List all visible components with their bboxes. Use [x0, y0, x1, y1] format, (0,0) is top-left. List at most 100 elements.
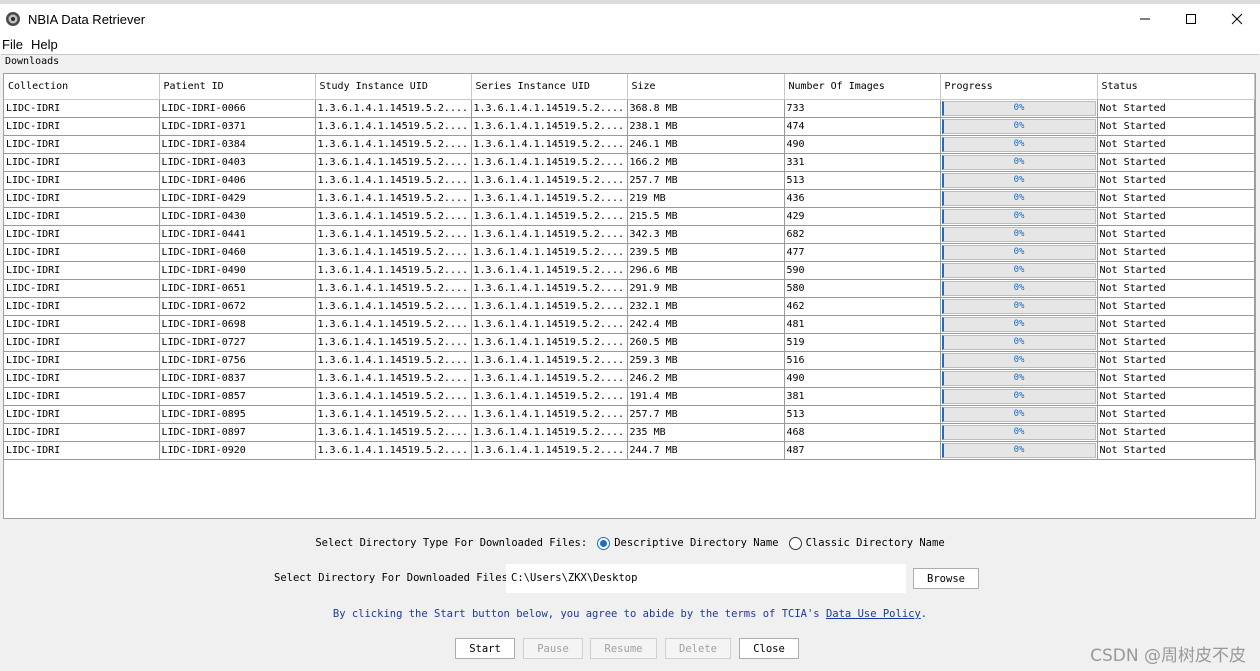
cell-images: 590	[784, 261, 941, 280]
table-row[interactable]: LIDC-IDRI LIDC-IDRI-0430 1.3.6.1.4.1.14519…	[4, 207, 1255, 226]
table-row[interactable]: LIDC-IDRI LIDC-IDRI-0460 1.3.6.1.4.1.14519…	[4, 243, 1255, 262]
column-header[interactable]: Collection	[4, 74, 160, 100]
cell-collection: LIDC-IDRI	[4, 333, 160, 352]
progress-bar: 0%	[941, 190, 1096, 206]
table-row[interactable]: LIDC-IDRI LIDC-IDRI-0897 1.3.6.1.4.1.14519…	[4, 423, 1255, 442]
descriptive-radio[interactable]	[597, 536, 611, 550]
table-row[interactable]: LIDC-IDRI LIDC-IDRI-0403 1.3.6.1.4.1.14519…	[4, 153, 1255, 172]
cell-series: 1.3.6.1.4.1.14519.5.2....	[471, 333, 628, 352]
table-row[interactable]: LIDC-IDRI LIDC-IDRI-0066 1.3.6.1.4.1.14519…	[4, 99, 1255, 118]
close-button[interactable]: Close	[739, 638, 799, 659]
progress-label: 0%	[1013, 102, 1025, 113]
table-row[interactable]: LIDC-IDRI LIDC-IDRI-0384 1.3.6.1.4.1.14519…	[4, 135, 1255, 154]
directory-field[interactable]: C:\Users\ZKX\Desktop	[506, 564, 906, 593]
cell-study: 1.3.6.1.4.1.14519.5.2....	[315, 261, 472, 280]
cell-study: 1.3.6.1.4.1.14519.5.2....	[315, 315, 472, 334]
menu-file[interactable]: File	[0, 37, 25, 52]
cell-study: 1.3.6.1.4.1.14519.5.2....	[315, 333, 472, 352]
cell-progress: 0%	[940, 333, 1098, 352]
table-row[interactable]: LIDC-IDRI LIDC-IDRI-0920 1.3.6.1.4.1.14519…	[4, 441, 1255, 460]
table-row[interactable]: LIDC-IDRI LIDC-IDRI-0441 1.3.6.1.4.1.14519…	[4, 225, 1255, 244]
column-header[interactable]: Progress	[940, 74, 1098, 100]
table-row[interactable]: LIDC-IDRI LIDC-IDRI-0371 1.3.6.1.4.1.14519…	[4, 117, 1255, 136]
progress-label: 0%	[1013, 246, 1025, 257]
cell-images: 477	[784, 243, 941, 262]
column-header[interactable]: Patient ID	[159, 74, 316, 100]
cell-patient: LIDC-IDRI-0651	[159, 279, 316, 298]
cell-images: 331	[784, 153, 941, 172]
cell-progress: 0%	[940, 225, 1098, 244]
classic-radio[interactable]	[788, 536, 802, 550]
progress-label: 0%	[1013, 318, 1025, 329]
cell-progress: 0%	[940, 135, 1098, 154]
progress-label: 0%	[1013, 408, 1025, 419]
progress-label: 0%	[1013, 174, 1025, 185]
column-header[interactable]: Status	[1097, 74, 1255, 100]
cell-series: 1.3.6.1.4.1.14519.5.2....	[471, 189, 628, 208]
table-row[interactable]: LIDC-IDRI LIDC-IDRI-0857 1.3.6.1.4.1.14519…	[4, 387, 1255, 406]
table-row[interactable]: LIDC-IDRI LIDC-IDRI-0490 1.3.6.1.4.1.14519…	[4, 261, 1255, 280]
progress-bar: 0%	[941, 244, 1096, 260]
policy-notice: By clicking the Start button below, you …	[0, 608, 1260, 620]
column-header[interactable]: Number Of Images	[784, 74, 941, 100]
directory-type-label: Select Directory Type For Downloaded Fil…	[315, 537, 588, 549]
downloads-table: Collection Patient ID Study Instance UID Se…	[4, 74, 1255, 460]
table-row[interactable]: LIDC-IDRI LIDC-IDRI-0837 1.3.6.1.4.1.14519…	[4, 369, 1255, 388]
table-row[interactable]: LIDC-IDRI LIDC-IDRI-0895 1.3.6.1.4.1.14519…	[4, 405, 1255, 424]
column-header[interactable]: Study Instance UID	[315, 74, 472, 100]
cell-series: 1.3.6.1.4.1.14519.5.2....	[471, 243, 628, 262]
progress-bar: 0%	[941, 280, 1096, 296]
table-row[interactable]: LIDC-IDRI LIDC-IDRI-0406 1.3.6.1.4.1.14519…	[4, 171, 1255, 190]
table-row[interactable]: LIDC-IDRI LIDC-IDRI-0698 1.3.6.1.4.1.14519…	[4, 315, 1255, 334]
cell-images: 436	[784, 189, 941, 208]
progress-label: 0%	[1013, 426, 1025, 437]
cell-size: 235 MB	[627, 423, 785, 442]
menu-bar: File Help	[0, 34, 1260, 54]
cell-series: 1.3.6.1.4.1.14519.5.2....	[471, 207, 628, 226]
cell-study: 1.3.6.1.4.1.14519.5.2....	[315, 135, 472, 154]
cell-images: 468	[784, 423, 941, 442]
cell-study: 1.3.6.1.4.1.14519.5.2....	[315, 189, 472, 208]
pause-button[interactable]: Pause	[523, 638, 583, 659]
cell-images: 381	[784, 387, 941, 406]
start-button[interactable]: Start	[455, 638, 515, 659]
cell-patient: LIDC-IDRI-0384	[159, 135, 316, 154]
cell-status: Not Started	[1097, 99, 1255, 118]
table-row[interactable]: LIDC-IDRI LIDC-IDRI-0651 1.3.6.1.4.1.14519…	[4, 279, 1255, 298]
delete-button[interactable]: Delete	[665, 638, 731, 659]
progress-label: 0%	[1013, 138, 1025, 149]
table-row[interactable]: LIDC-IDRI LIDC-IDRI-0429 1.3.6.1.4.1.14519…	[4, 189, 1255, 208]
cell-study: 1.3.6.1.4.1.14519.5.2....	[315, 117, 472, 136]
downloads-table-container[interactable]: Collection Patient ID Study Instance UID Se…	[3, 73, 1256, 519]
cell-series: 1.3.6.1.4.1.14519.5.2....	[471, 369, 628, 388]
table-row[interactable]: LIDC-IDRI LIDC-IDRI-0756 1.3.6.1.4.1.14519…	[4, 351, 1255, 370]
cell-collection: LIDC-IDRI	[4, 351, 160, 370]
title-bar[interactable]: NBIA Data Retriever	[0, 4, 1260, 34]
menu-help[interactable]: Help	[29, 37, 60, 52]
window-title: NBIA Data Retriever	[28, 11, 146, 27]
minimize-button[interactable]	[1122, 4, 1168, 34]
maximize-button[interactable]	[1168, 4, 1214, 34]
column-header[interactable]: Size	[627, 74, 785, 100]
table-row[interactable]: LIDC-IDRI LIDC-IDRI-0672 1.3.6.1.4.1.14519…	[4, 297, 1255, 316]
progress-label: 0%	[1013, 192, 1025, 203]
cell-progress: 0%	[940, 297, 1098, 316]
cell-images: 490	[784, 369, 941, 388]
browse-button[interactable]: Browse	[913, 568, 979, 589]
table-row[interactable]: LIDC-IDRI LIDC-IDRI-0727 1.3.6.1.4.1.14519…	[4, 333, 1255, 352]
cell-status: Not Started	[1097, 135, 1255, 154]
data-use-policy-link[interactable]: Data Use Policy	[826, 608, 921, 620]
progress-label: 0%	[1013, 354, 1025, 365]
progress-bar: 0%	[941, 316, 1096, 332]
progress-label: 0%	[1013, 210, 1025, 221]
close-window-button[interactable]	[1214, 4, 1260, 34]
panel-title: Downloads	[5, 56, 60, 67]
cell-study: 1.3.6.1.4.1.14519.5.2....	[315, 387, 472, 406]
column-header[interactable]: Series Instance UID	[471, 74, 628, 100]
resume-button[interactable]: Resume	[590, 638, 657, 659]
cell-progress: 0%	[940, 171, 1098, 190]
cell-status: Not Started	[1097, 243, 1255, 262]
cell-images: 513	[784, 405, 941, 424]
descriptive-radio-label[interactable]: Descriptive Directory Name	[614, 537, 778, 549]
classic-radio-label[interactable]: Classic Directory Name	[806, 537, 945, 549]
